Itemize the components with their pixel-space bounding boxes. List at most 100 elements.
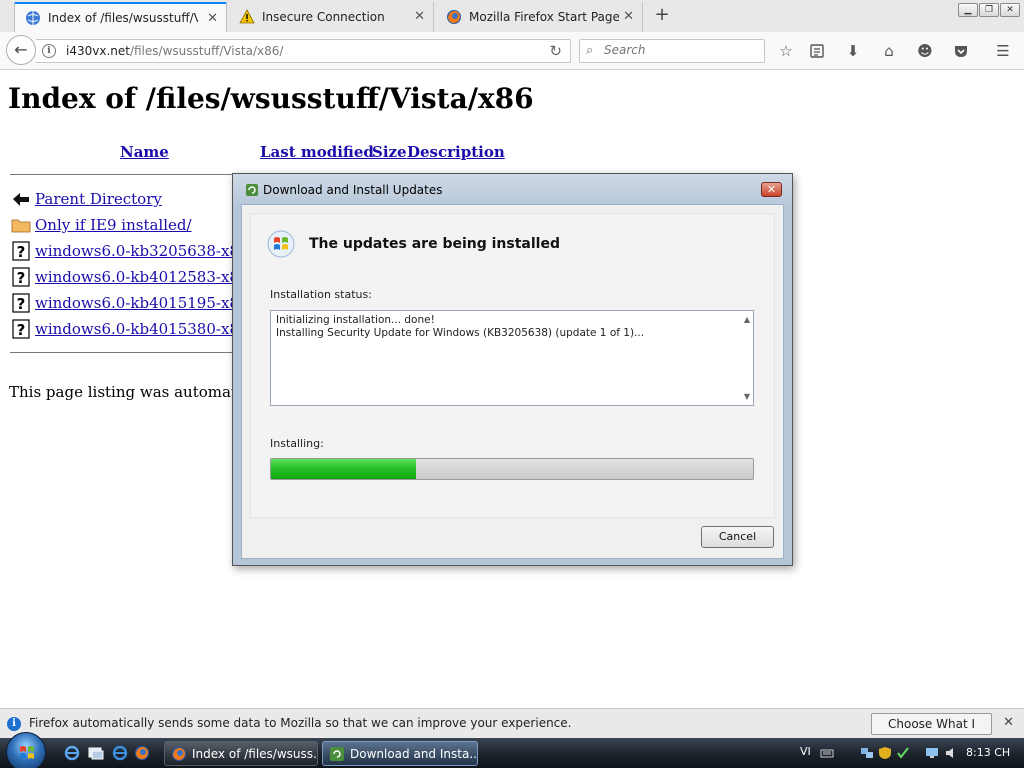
firefox-icon[interactable] [134, 745, 150, 761]
column-size-link[interactable]: Size [372, 143, 407, 161]
info-icon[interactable]: i [42, 44, 56, 58]
url-text: i430vx.net/files/wsusstuff/Vista/x86/ [66, 44, 283, 58]
svg-text:?: ? [17, 295, 26, 313]
restore-button[interactable]: ❐ [979, 3, 999, 17]
download-icon[interactable]: ⬇ [842, 41, 864, 61]
pocket-icon[interactable] [950, 41, 972, 61]
info-icon: i [7, 717, 21, 731]
dialog-title: Download and Install Updates [263, 183, 443, 197]
back-arrow-icon: ← [14, 40, 28, 59]
bookmark-star-icon[interactable]: ☆ [775, 41, 797, 61]
tab-title: Index of /files/wsusstuff/Vi... [48, 11, 198, 25]
tab-close-icon[interactable]: ✕ [207, 11, 218, 26]
volume-icon[interactable] [944, 746, 958, 760]
security-shield-icon[interactable] [878, 746, 892, 760]
home-icon[interactable]: ⌂ [878, 41, 900, 61]
minimize-button[interactable]: ▁ [958, 3, 978, 17]
install-progress-bar [270, 458, 754, 480]
unknown-file-icon: ? [12, 293, 30, 313]
taskbar: Index of /files/wsuss... Download and In… [0, 732, 1024, 768]
taskbar-button-label: Download and Insta... [350, 746, 478, 761]
tab-firefox-start[interactable]: Mozilla Firefox Start Page ✕ [436, 2, 643, 32]
svg-text:?: ? [17, 243, 26, 261]
update-dialog: Download and Install Updates ✕ The updat… [232, 173, 793, 566]
warning-icon [239, 9, 255, 24]
reading-list-icon[interactable] [806, 41, 828, 61]
dialog-content-panel: The updates are being installed Installa… [250, 213, 775, 518]
entry-link[interactable]: Only if IE9 installed/ [35, 216, 192, 234]
keyboard-icon[interactable] [820, 746, 834, 760]
windows-logo-icon [267, 230, 295, 258]
hello-icon[interactable]: ☻ [914, 41, 936, 61]
reload-icon[interactable]: ↻ [549, 42, 562, 60]
scroll-down-icon[interactable]: ▼ [744, 392, 750, 401]
entry-link[interactable]: Parent Directory [35, 190, 162, 208]
globe-icon [26, 11, 40, 25]
svg-text:?: ? [17, 269, 26, 287]
nav-bar: i i430vx.net/files/wsusstuff/Vista/x86/ … [0, 32, 1024, 70]
search-bar[interactable]: ⌕ [579, 39, 765, 63]
status-log-box: Initializing installation... done! Insta… [270, 310, 754, 406]
screen: Index of /files/wsusstuff/Vi... ✕ Insecu… [0, 0, 1024, 768]
back-button[interactable]: ← [6, 35, 36, 65]
clock[interactable]: 8:13 CH [966, 746, 1010, 759]
list-item: ? windows6.0-kb4015380-x86.m [11, 318, 268, 340]
start-button[interactable] [6, 732, 46, 768]
windows-logo-icon [20, 746, 34, 759]
windows-update-icon [330, 746, 344, 761]
close-window-button[interactable]: ✕ [1000, 3, 1020, 17]
column-name-link[interactable]: Name [120, 143, 169, 161]
ie-icon[interactable] [112, 745, 128, 761]
tab-index-of[interactable]: Index of /files/wsusstuff/Vi... ✕ [14, 2, 227, 32]
taskbar-update-window[interactable]: Download and Insta... [322, 741, 478, 766]
status-label: Installation status: [270, 288, 372, 301]
dialog-titlebar[interactable]: Download and Install Updates ✕ [233, 174, 792, 204]
column-last-modified-link[interactable]: Last modified [260, 143, 374, 161]
ie-icon[interactable] [64, 745, 80, 761]
url-host: i430vx.net [66, 44, 130, 58]
search-icon: ⌕ [586, 43, 594, 58]
choose-what-i-share-button[interactable]: Choose What I Share [871, 713, 992, 751]
tab-title: Insecure Connection [262, 10, 385, 24]
show-desktop-icon[interactable] [88, 745, 104, 761]
page-heading: Index of /files/wsusstuff/Vista/x86 [8, 82, 534, 115]
notification-text: Firefox automatically sends some data to… [29, 716, 572, 730]
dialog-heading: The updates are being installed [309, 236, 560, 252]
scroll-up-icon[interactable]: ▲ [744, 315, 750, 324]
close-icon[interactable]: ✕ [1003, 715, 1014, 730]
svg-text:?: ? [17, 321, 26, 339]
network-icon[interactable] [860, 746, 874, 760]
progress-label: Installing: [270, 437, 324, 450]
list-item: ? windows6.0-kb3205638-x86.m [11, 240, 268, 262]
language-indicator[interactable]: VI [800, 745, 811, 758]
status-line: Installing Security Update for Windows (… [276, 327, 645, 339]
search-input[interactable] [604, 43, 759, 57]
tab-insecure-connection[interactable]: Insecure Connection ✕ [229, 2, 434, 32]
column-description-link[interactable]: Description [407, 143, 505, 161]
url-path: /files/wsusstuff/Vista/x86/ [129, 44, 284, 58]
unknown-file-icon: ? [12, 319, 30, 339]
status-line: Initializing installation... done! [276, 314, 435, 326]
divider-bottom [10, 352, 235, 353]
firefox-icon [172, 746, 186, 761]
url-bar[interactable]: i i430vx.net/files/wsusstuff/Vista/x86/ … [36, 39, 571, 63]
monitor-icon[interactable] [925, 746, 939, 760]
tab-strip: Index of /files/wsusstuff/Vi... ✕ Insecu… [0, 0, 1024, 32]
taskbar-firefox-window[interactable]: Index of /files/wsuss... [164, 741, 318, 766]
taskbar-button-label: Index of /files/wsuss... [192, 746, 318, 761]
update-check-icon[interactable] [896, 746, 910, 760]
unknown-file-icon: ? [12, 241, 30, 261]
menu-hamburger-icon[interactable]: ☰ [992, 41, 1014, 61]
cancel-button[interactable]: Cancel [701, 526, 774, 548]
tab-close-icon[interactable]: ✕ [623, 9, 634, 24]
list-item: ? windows6.0-kb4015195-x86.m [11, 292, 268, 314]
list-item: Only if IE9 installed/ [11, 214, 192, 236]
unknown-file-icon: ? [12, 267, 30, 287]
tab-close-icon[interactable]: ✕ [414, 9, 425, 24]
new-tab-button[interactable]: + [650, 4, 674, 28]
notification-bar: i Firefox automatically sends some data … [0, 708, 1024, 751]
window-controls: ▁ ❐ ✕ [958, 3, 1020, 17]
dialog-close-button[interactable]: ✕ [761, 182, 782, 197]
windows-update-icon [246, 184, 258, 196]
folder-icon [11, 219, 31, 233]
